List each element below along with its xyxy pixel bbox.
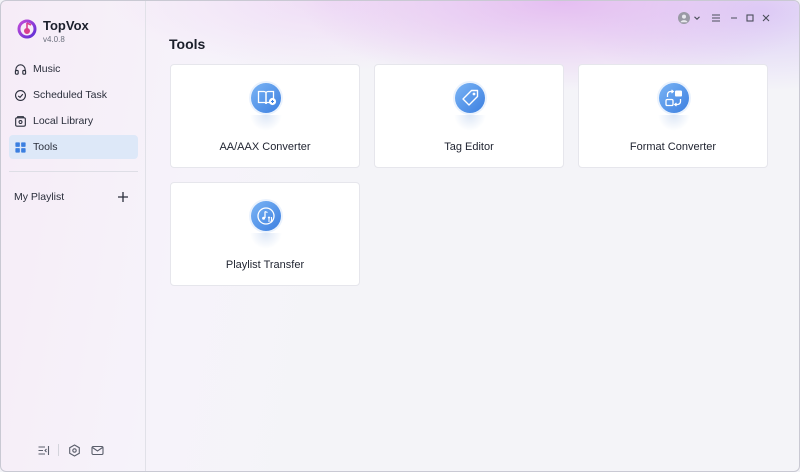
- sidebar-footer: [36, 443, 104, 457]
- icon-shadow: [454, 115, 486, 131]
- tool-card-format-converter[interactable]: Format Converter: [578, 64, 768, 168]
- sidebar-item-label: Scheduled Task: [33, 89, 107, 101]
- tool-card-aa-aax-converter[interactable]: AA/AAX Converter: [170, 64, 360, 168]
- clock-icon: [15, 89, 26, 101]
- sidebar-item-tools[interactable]: Tools: [9, 135, 138, 159]
- mail-icon: [90, 445, 104, 455]
- sidebar-item-local-library[interactable]: Local Library: [9, 109, 138, 133]
- sidebar: TopVox v4.0.8 Music Scheduled Task Local…: [1, 1, 146, 471]
- plus-icon: [118, 192, 128, 202]
- main-content: Tools AA/AAX Converter Tag Editor Format…: [147, 1, 799, 471]
- format-convert-icon: [657, 81, 691, 115]
- sidebar-item-label: Music: [33, 63, 61, 75]
- headphones-icon: [14, 63, 27, 75]
- sidebar-item-music[interactable]: Music: [9, 57, 138, 81]
- icon-shadow: [250, 233, 282, 249]
- icon-shadow: [658, 115, 690, 131]
- tool-card-tag-editor[interactable]: Tag Editor: [374, 64, 564, 168]
- sidebar-item-scheduled-task[interactable]: Scheduled Task: [9, 83, 138, 107]
- sidebar-item-label: Local Library: [33, 115, 94, 127]
- footer-divider: [58, 444, 59, 456]
- add-playlist-button[interactable]: [116, 190, 130, 204]
- library-icon: [15, 115, 26, 127]
- app-name: TopVox: [43, 18, 89, 33]
- collapse-sidebar-icon: [38, 445, 49, 455]
- app-window: TopVox v4.0.8 Music Scheduled Task Local…: [0, 0, 800, 472]
- grid-icon: [15, 141, 26, 153]
- tool-card-playlist-transfer[interactable]: Playlist Transfer: [170, 182, 360, 286]
- tool-card-label: Format Converter: [629, 141, 717, 153]
- sidebar-nav: Music Scheduled Task Local Library Tools: [9, 57, 138, 161]
- brand: TopVox v4.0.8: [16, 18, 89, 44]
- icon-shadow: [250, 115, 282, 131]
- sidebar-item-label: Tools: [33, 141, 58, 153]
- tool-card-label: Playlist Transfer: [225, 259, 305, 271]
- feedback-button[interactable]: [90, 443, 104, 457]
- my-playlist-label[interactable]: My Playlist: [14, 191, 64, 203]
- book-convert-icon: [249, 81, 283, 115]
- app-version: v4.0.8: [43, 35, 65, 44]
- app-logo-icon: [17, 19, 37, 39]
- sidebar-divider: [9, 171, 138, 172]
- footer-spacer: [85, 444, 86, 456]
- settings-icon: [68, 443, 80, 457]
- tag-icon: [453, 81, 487, 115]
- settings-button[interactable]: [67, 443, 81, 457]
- tool-card-label: AA/AAX Converter: [219, 141, 311, 153]
- my-playlist-section: My Playlist: [14, 189, 130, 205]
- page-title: Tools: [169, 36, 206, 52]
- collapse-sidebar-button[interactable]: [36, 443, 50, 457]
- playlist-transfer-icon: [249, 199, 283, 233]
- tool-card-label: Tag Editor: [444, 141, 494, 153]
